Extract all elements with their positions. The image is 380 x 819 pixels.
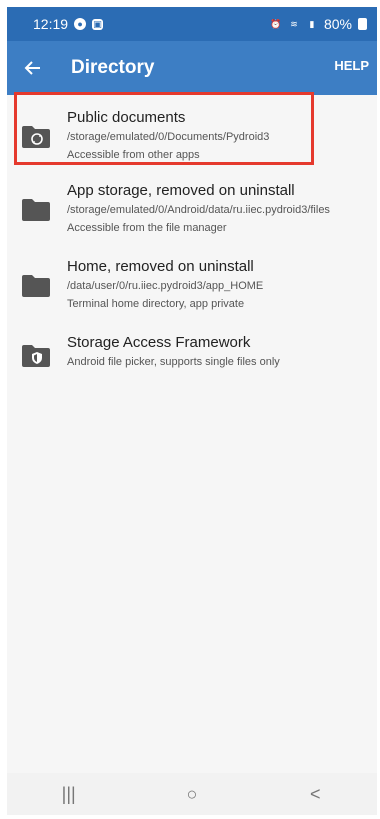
help-button[interactable]: HELP (334, 58, 369, 73)
item-title: Home, removed on uninstall (67, 258, 254, 275)
notification-icon: ● (74, 18, 87, 30)
list-item-app-storage[interactable]: App storage, removed on uninstall /stora… (7, 174, 377, 250)
list-item-home[interactable]: Home, removed on uninstall /data/user/0/… (7, 250, 377, 326)
battery-icon (358, 18, 367, 30)
battery-percent: 80% (323, 16, 352, 32)
folder-sync-icon (21, 125, 51, 149)
back-button[interactable]: < (285, 784, 345, 805)
item-path: /data/user/0/ru.iiec.pydroid3/app_HOME (67, 280, 264, 292)
recents-button[interactable]: ||| (39, 784, 99, 805)
page-title: Directory (71, 57, 155, 78)
folder-icon (21, 274, 51, 298)
image-notification-icon: ▣ (92, 18, 104, 30)
item-description: Android file picker, supports single fil… (67, 356, 280, 368)
item-title: Storage Access Framework (67, 334, 251, 351)
status-time: 12:19 (33, 16, 69, 32)
item-title: Public documents (67, 109, 186, 126)
list-item-public-documents[interactable]: Public documents /storage/emulated/0/Doc… (7, 101, 377, 174)
item-path: /storage/emulated/0/Android/data/ru.iiec… (67, 204, 330, 216)
wifi-icon: ≋ (290, 18, 298, 29)
navigation-bar: ||| ○ < (7, 773, 377, 815)
signal-icon: ▮ (309, 18, 315, 29)
home-button[interactable]: ○ (162, 784, 222, 805)
folder-icon (21, 198, 51, 222)
back-arrow-icon[interactable] (7, 41, 59, 95)
screen: 12:19 ● ▣ ⏰ ≋ ▮ 80% Directory HELP Publi… (7, 7, 377, 815)
item-description: Accessible from other apps (67, 149, 200, 161)
directory-list: Public documents /storage/emulated/0/Doc… (7, 95, 377, 382)
alarm-icon: ⏰ (270, 18, 282, 29)
item-description: Accessible from the file manager (67, 222, 227, 234)
list-item-storage-access-framework[interactable]: Storage Access Framework Android file pi… (7, 326, 377, 382)
item-path: /storage/emulated/0/Documents/Pydroid3 (67, 131, 270, 143)
folder-shield-icon (21, 344, 51, 368)
item-description: Terminal home directory, app private (67, 298, 245, 310)
item-title: App storage, removed on uninstall (67, 182, 295, 199)
status-bar: 12:19 ● ▣ ⏰ ≋ ▮ 80% (7, 7, 377, 41)
app-bar: Directory HELP (7, 41, 377, 95)
